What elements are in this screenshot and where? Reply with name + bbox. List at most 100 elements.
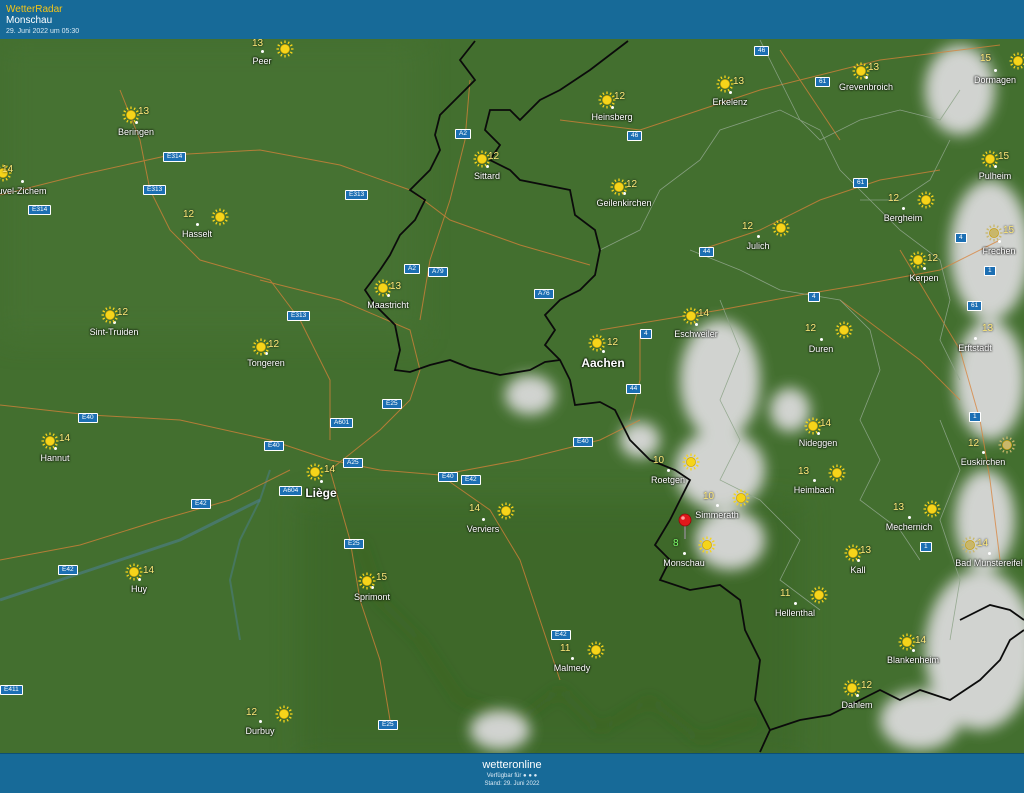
city-dot bbox=[908, 516, 911, 519]
road-shield: E314 bbox=[163, 152, 187, 162]
road-shield: 61 bbox=[853, 178, 869, 188]
city-label[interactable]: Kerpen bbox=[909, 273, 938, 283]
city-label[interactable]: Bad Munstereifel bbox=[955, 558, 1023, 568]
terrain-map bbox=[0, 39, 1024, 753]
city-label[interactable]: Kall bbox=[850, 565, 865, 575]
city-label[interactable]: uvel-Zichem bbox=[0, 186, 47, 196]
temperature-label: 14 bbox=[324, 464, 336, 475]
road-shield: E42 bbox=[58, 565, 78, 575]
city-label[interactable]: Pulheim bbox=[979, 171, 1012, 181]
temperature-label: 12 bbox=[246, 707, 258, 718]
temperature-label: 13 bbox=[798, 466, 810, 477]
temperature-label: 13 bbox=[860, 545, 872, 556]
road-shield: A25 bbox=[343, 458, 363, 468]
city-label[interactable]: Julich bbox=[746, 241, 769, 251]
temperature-label: 10 bbox=[703, 491, 715, 502]
road-shield: 46 bbox=[627, 131, 643, 141]
road-shield: 1 bbox=[920, 542, 932, 552]
sun-icon bbox=[276, 40, 294, 58]
city-label[interactable]: Bergheim bbox=[884, 213, 923, 223]
temperature-label: 13 bbox=[982, 323, 994, 334]
road-shield: E313 bbox=[345, 190, 369, 200]
city-dot bbox=[482, 518, 485, 521]
temperature-label: 14 bbox=[820, 418, 832, 429]
city-label[interactable]: Heimbach bbox=[794, 485, 835, 495]
sun-icon bbox=[917, 191, 935, 209]
city-label[interactable]: Hasselt bbox=[182, 229, 212, 239]
city-label[interactable]: Mechernich bbox=[886, 522, 933, 532]
city-label[interactable]: Aachen bbox=[581, 356, 624, 370]
city-label[interactable]: Erkelenz bbox=[712, 97, 747, 107]
city-label[interactable]: Roetgen bbox=[651, 475, 685, 485]
road-shield: E40 bbox=[264, 441, 284, 451]
city-label[interactable]: Nideggen bbox=[799, 438, 838, 448]
city-label[interactable]: Eschweiler bbox=[674, 329, 718, 339]
temperature-label: 15 bbox=[980, 53, 992, 64]
city-label[interactable]: Dormagen bbox=[974, 75, 1016, 85]
city-label[interactable]: Sint-Truiden bbox=[90, 327, 139, 337]
temperature-label: 12 bbox=[861, 680, 873, 691]
road-shield: E42 bbox=[191, 499, 211, 509]
city-label[interactable]: Maastricht bbox=[367, 300, 409, 310]
city-label[interactable]: Hannut bbox=[40, 453, 69, 463]
temperature-label: 12 bbox=[888, 193, 900, 204]
temperature-label: 14 bbox=[59, 433, 71, 444]
temperature-label: 12 bbox=[805, 323, 817, 334]
city-label[interactable]: Grevenbroich bbox=[839, 82, 893, 92]
sun-icon bbox=[923, 500, 941, 518]
city-dot bbox=[259, 720, 262, 723]
location-pin-icon[interactable] bbox=[678, 513, 692, 539]
app-header: WetterRadar Monschau 29. Juni 2022 um 05… bbox=[0, 0, 1024, 40]
city-label[interactable]: Beringen bbox=[118, 127, 154, 137]
windows-icon[interactable]: ● bbox=[532, 773, 538, 779]
sun-icon bbox=[828, 464, 846, 482]
sun-icon bbox=[358, 572, 376, 590]
city-label[interactable]: Hellenthal bbox=[775, 608, 815, 618]
city-label[interactable]: Verviers bbox=[467, 524, 500, 534]
app-title: WetterRadar bbox=[6, 4, 63, 15]
temperature-label: 11 bbox=[560, 643, 571, 654]
location-title: Monschau bbox=[6, 15, 53, 26]
city-label[interactable]: Malmedy bbox=[554, 663, 591, 673]
city-label[interactable]: Tongeren bbox=[247, 358, 285, 368]
city-label[interactable]: Heinsberg bbox=[591, 112, 632, 122]
road-shield: E25 bbox=[378, 720, 398, 730]
temperature-label: 8 bbox=[673, 538, 679, 549]
city-dot bbox=[667, 469, 670, 472]
city-label[interactable]: Blankenheim bbox=[887, 655, 939, 665]
city-label[interactable]: Frechen bbox=[982, 246, 1015, 256]
road-shield: A79 bbox=[428, 267, 448, 277]
sun-icon bbox=[588, 334, 606, 352]
city-label[interactable]: Durbuy bbox=[245, 726, 274, 736]
city-label[interactable]: Erftstadt bbox=[958, 343, 992, 353]
city-label[interactable]: Liège bbox=[305, 486, 336, 500]
city-label[interactable]: Dahlem bbox=[841, 700, 872, 710]
sun-icon bbox=[716, 75, 734, 93]
city-dot bbox=[813, 479, 816, 482]
city-label[interactable]: Sprimont bbox=[354, 592, 390, 602]
sun-icon bbox=[1009, 52, 1024, 70]
city-label[interactable]: Monschau bbox=[663, 558, 705, 568]
road-shield: A601 bbox=[330, 418, 354, 428]
city-dot bbox=[994, 69, 997, 72]
temperature-label: 12 bbox=[968, 438, 980, 449]
temperature-label: 12 bbox=[626, 179, 638, 190]
temperature-label: 14 bbox=[2, 164, 14, 175]
city-label[interactable]: Euskirchen bbox=[961, 457, 1006, 467]
sun-icon bbox=[898, 633, 916, 651]
city-label[interactable]: Huy bbox=[131, 584, 147, 594]
city-label[interactable]: Sittard bbox=[474, 171, 500, 181]
city-label[interactable]: Geilenkirchen bbox=[596, 198, 651, 208]
road-shield: 44 bbox=[626, 384, 642, 394]
city-label[interactable]: Peer bbox=[252, 56, 271, 66]
temperature-label: 14 bbox=[915, 635, 927, 646]
temperature-label: 12 bbox=[927, 253, 939, 264]
road-shield: A76 bbox=[534, 289, 554, 299]
sun-icon bbox=[998, 436, 1016, 454]
sun-icon bbox=[772, 219, 790, 237]
temperature-label: 13 bbox=[868, 62, 880, 73]
city-label[interactable]: Simmerath bbox=[695, 510, 739, 520]
radar-map[interactable]: Peer 13 Beringen 13 uvel-Zichem 14 Hasselt 12 Si… bbox=[0, 39, 1024, 753]
city-label[interactable]: Duren bbox=[809, 344, 834, 354]
timestamp: 29. Juni 2022 um 05:30 bbox=[6, 28, 80, 35]
